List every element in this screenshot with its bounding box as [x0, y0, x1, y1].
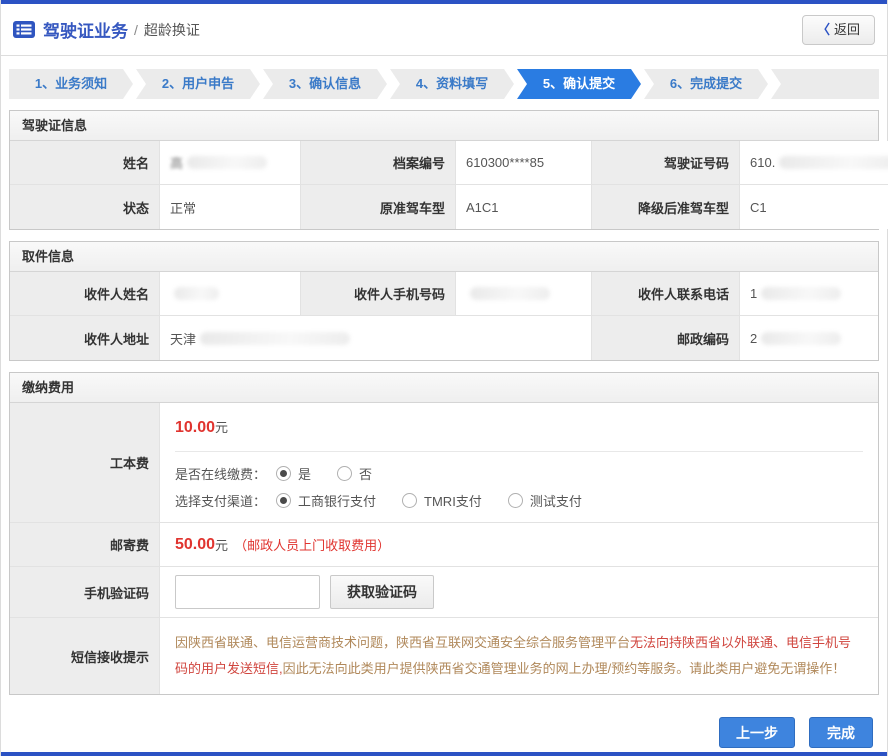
sms-notice-text: 因陕西省联通、电信运营商技术问题，陕西省互联网交通安全综合服务管理平台无法向持陕…	[160, 618, 878, 694]
fees-table: 工本费 10.00元 是否在线缴费： 是 否 选择支付渠道： 工商银行支付	[10, 403, 878, 694]
radio-unselected-icon[interactable]	[508, 493, 523, 508]
online-pay-option-yes[interactable]: 是	[276, 464, 311, 483]
sms-code-label: 手机验证码	[10, 567, 160, 618]
notice-part-3: 因此无法向此类用户提供陕西省交通管理业务的网上办理/预约等服务。请此类用户避免无…	[283, 661, 846, 676]
work-fee-label: 工本费	[10, 403, 160, 523]
file-no-value: 610300****85	[456, 141, 592, 185]
license-info-title: 驾驶证信息	[10, 111, 878, 141]
redacted-value	[470, 287, 550, 300]
channel-option-icbc[interactable]: 工商银行支付	[276, 491, 376, 510]
online-pay-row: 是否在线缴费： 是 否	[175, 464, 863, 483]
breadcrumb-current: 超龄换证	[144, 20, 200, 40]
recipient-name-value	[160, 272, 301, 316]
mail-fee-label: 邮寄费	[10, 523, 160, 567]
back-button-label: 返回	[834, 22, 860, 37]
downgrade-class-label: 降级后准驾车型	[592, 185, 740, 229]
postcode-label: 邮政编码	[592, 316, 740, 360]
status-value: 正常	[160, 185, 301, 229]
postcode-value: 2	[740, 316, 878, 360]
redacted-value	[761, 332, 841, 345]
file-no-label: 档案编号	[301, 141, 456, 185]
fees-section: 缴纳费用 工本费 10.00元 是否在线缴费： 是 否 选择支付渠道：	[9, 372, 879, 695]
pay-channel-label: 选择支付渠道：	[175, 491, 266, 510]
recipient-name-label: 收件人姓名	[10, 272, 160, 316]
finish-button[interactable]: 完成	[809, 717, 873, 748]
pickup-info-table: 收件人姓名 收件人手机号码 收件人联系电话 1 收件人地址 天津 邮政编码 2	[10, 272, 878, 360]
radio-label: 测试支付	[530, 491, 582, 510]
radio-label: 工商银行支付	[298, 491, 376, 510]
work-fee-unit: 元	[215, 420, 228, 435]
redacted-value	[187, 156, 267, 169]
step-6-complete-submit[interactable]: 6、完成提交	[644, 69, 768, 99]
work-fee-amount: 10.00	[175, 419, 215, 436]
address-label: 收件人地址	[10, 316, 160, 360]
orig-class-value: A1C1	[456, 185, 592, 229]
radio-label: TMRI支付	[424, 491, 482, 510]
redacted-value	[779, 156, 888, 169]
mail-fee-amount: 50.00	[175, 536, 215, 554]
downgrade-class-value: C1	[740, 185, 888, 229]
recipient-phone-label: 收件人联系电话	[592, 272, 740, 316]
prev-step-button[interactable]: 上一步	[719, 717, 795, 748]
pickup-info-section: 取件信息 收件人姓名 收件人手机号码 收件人联系电话 1 收件人地址 天津 邮政…	[9, 241, 879, 361]
recipient-phone-value: 1	[740, 272, 878, 316]
mail-fee-cell: 50.00元 （邮政人员上门收取费用）	[160, 523, 878, 567]
header: 驾驶证业务 / 超龄换证 〈返回	[1, 4, 887, 56]
radio-label: 是	[298, 464, 311, 483]
step-2-user-declaration[interactable]: 2、用户申告	[136, 69, 260, 99]
address-value: 天津	[160, 316, 592, 360]
work-fee-amount-line: 10.00元	[175, 417, 863, 437]
license-no-value: 610.	[740, 141, 888, 185]
pickup-info-title: 取件信息	[10, 242, 878, 272]
work-fee-cell: 10.00元 是否在线缴费： 是 否 选择支付渠道： 工商银行支付 TMRI支付…	[160, 403, 878, 523]
online-pay-label: 是否在线缴费：	[175, 464, 266, 483]
recipient-mobile-label: 收件人手机号码	[301, 272, 456, 316]
step-bar-filler	[771, 69, 879, 99]
sms-notice-label: 短信接收提示	[10, 618, 160, 694]
redacted-value	[174, 287, 219, 300]
step-5-confirm-submit[interactable]: 5、确认提交	[517, 69, 641, 99]
orig-class-label: 原准驾车型	[301, 185, 456, 229]
channel-option-test[interactable]: 测试支付	[508, 491, 582, 510]
online-pay-option-no[interactable]: 否	[337, 464, 372, 483]
radio-label: 否	[359, 464, 372, 483]
step-wizard: 1、业务须知 2、用户申告 3、确认信息 4、资料填写 5、确认提交 6、完成提…	[9, 69, 879, 99]
license-info-section: 驾驶证信息 姓名 高 档案编号 610300****85 驾驶证号码 610. …	[9, 110, 879, 230]
recipient-mobile-value	[456, 272, 592, 316]
license-no-label: 驾驶证号码	[592, 141, 740, 185]
redacted-value	[761, 287, 841, 300]
sms-code-cell: 获取验证码	[160, 567, 878, 618]
divider	[175, 451, 863, 452]
radio-selected-icon[interactable]	[276, 493, 291, 508]
step-3-confirm-info[interactable]: 3、确认信息	[263, 69, 387, 99]
breadcrumb-separator: /	[134, 22, 138, 38]
fees-title: 缴纳费用	[10, 373, 878, 403]
sms-code-input[interactable]	[175, 575, 320, 609]
radio-unselected-icon[interactable]	[337, 466, 352, 481]
notice-part-1: 因陕西省联通、电信运营商技术问题，陕西省互联网交通安全综合服务管理平台	[175, 635, 630, 650]
license-info-table: 姓名 高 档案编号 610300****85 驾驶证号码 610. 状态 正常 …	[10, 141, 878, 229]
mail-fee-note: （邮政人员上门收取费用）	[234, 535, 390, 554]
mail-fee-unit: 元	[215, 535, 228, 554]
status-label: 状态	[10, 185, 160, 229]
name-value: 高	[160, 141, 301, 185]
sms-notice-cell: 因陕西省联通、电信运营商技术问题，陕西省互联网交通安全综合服务管理平台无法向持陕…	[160, 618, 878, 694]
radio-selected-icon[interactable]	[276, 466, 291, 481]
get-code-button[interactable]: 获取验证码	[330, 575, 434, 609]
list-icon	[13, 21, 35, 38]
redacted-value	[200, 332, 350, 345]
footer-actions: 上一步 完成	[1, 695, 887, 748]
page-title: 驾驶证业务	[43, 17, 128, 42]
step-1-business-notice[interactable]: 1、业务须知	[9, 69, 133, 99]
page: 驾驶证业务 / 超龄换证 〈返回 1、业务须知 2、用户申告 3、确认信息 4、…	[0, 0, 888, 756]
radio-unselected-icon[interactable]	[402, 493, 417, 508]
step-4-fill-data[interactable]: 4、资料填写	[390, 69, 514, 99]
back-chevron-icon: 〈	[817, 22, 830, 37]
name-label: 姓名	[10, 141, 160, 185]
pay-channel-row: 选择支付渠道： 工商银行支付 TMRI支付 测试支付	[175, 491, 863, 510]
bottom-accent-bar	[1, 752, 887, 756]
back-button[interactable]: 〈返回	[802, 15, 875, 45]
channel-option-tmri[interactable]: TMRI支付	[402, 491, 482, 510]
